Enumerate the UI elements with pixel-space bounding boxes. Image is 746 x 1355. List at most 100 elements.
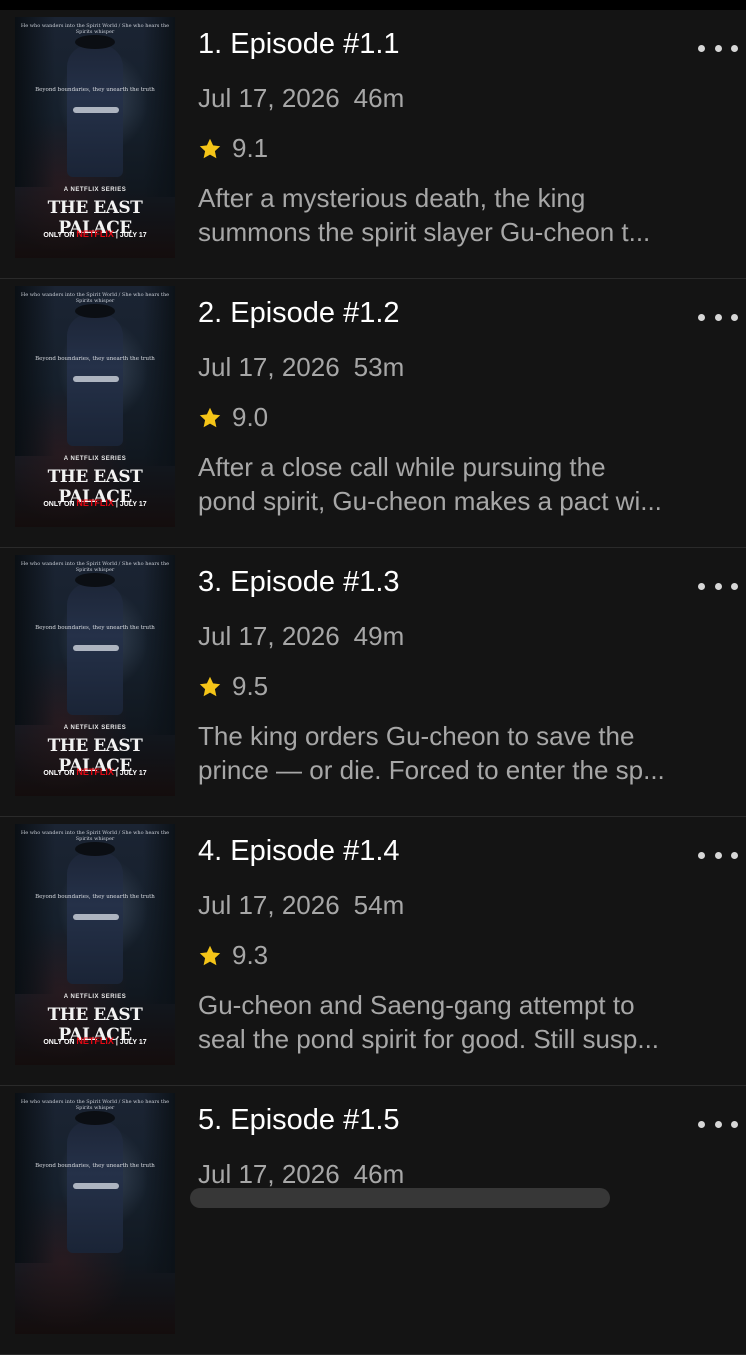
star-icon: [199, 676, 221, 696]
poster-tagline-secondary: Beyond boundaries, they unearth the trut…: [35, 625, 155, 631]
poster-brand: NETFLIX: [76, 498, 114, 508]
poster-rope: [73, 376, 119, 382]
episode-description[interactable]: The king orders Gu-cheon to save the pri…: [198, 719, 728, 787]
episode-meta: Jul 17, 2026 46m: [198, 83, 404, 114]
poster-divider: |: [115, 770, 118, 777]
poster-rope: [73, 645, 119, 651]
episode-description[interactable]: After a mysterious death, the king summo…: [198, 181, 728, 249]
poster-tree-left: [15, 17, 55, 187]
poster-tagline: He who wanders into the Spirit World / S…: [20, 830, 170, 842]
poster-hat: [75, 573, 115, 587]
poster-release-date: JULY 17: [119, 232, 147, 239]
description-line-2: pond spirit, Gu-cheon makes a pact wi...: [198, 486, 662, 516]
poster-only-on: ONLY ON: [43, 232, 75, 239]
episode-row[interactable]: He who wanders into the Spirit World / S…: [0, 1086, 746, 1355]
poster-release: ONLY ON NETFLIX | JULY 17: [15, 498, 175, 508]
poster-tagline-secondary: Beyond boundaries, they unearth the trut…: [35, 894, 155, 900]
status-bar-strip: [0, 0, 746, 10]
poster-hat: [75, 1111, 115, 1125]
episode-rating: 9.5: [198, 671, 268, 702]
episode-row[interactable]: He who wanders into the Spirit World / S…: [0, 548, 746, 817]
poster-brand: NETFLIX: [76, 1036, 114, 1046]
poster-tagline: He who wanders into the Spirit World / S…: [20, 23, 170, 35]
more-options-icon[interactable]: [698, 576, 738, 596]
episode-poster[interactable]: He who wanders into the Spirit World / S…: [15, 824, 175, 1065]
description-line-1: The king orders Gu-cheon to save the: [198, 721, 635, 751]
description-line-1: Gu-cheon and Saeng-gang attempt to: [198, 990, 635, 1020]
episode-meta: Jul 17, 2026 49m: [198, 621, 404, 652]
episode-poster[interactable]: He who wanders into the Spirit World / S…: [15, 555, 175, 796]
star-icon: [199, 138, 221, 158]
poster-tree-right: [143, 555, 175, 735]
episode-poster[interactable]: He who wanders into the Spirit World / S…: [15, 286, 175, 527]
episode-meta: Jul 17, 2026 53m: [198, 352, 404, 383]
episode-duration: 49m: [353, 621, 405, 651]
poster-tree-left: [15, 286, 55, 456]
episode-meta: Jul 17, 2026 54m: [198, 890, 404, 921]
episode-meta: Jul 17, 2026 46m: [198, 1159, 404, 1190]
rating-value: 9.5: [232, 671, 269, 701]
poster-tagline-secondary: Beyond boundaries, they unearth the trut…: [35, 1163, 155, 1169]
episode-title[interactable]: 4. Episode #1.4: [198, 835, 400, 868]
poster-divider: |: [115, 232, 118, 239]
poster-tagline: He who wanders into the Spirit World / S…: [20, 1099, 170, 1111]
poster-divider: |: [115, 1039, 118, 1046]
poster-tree-right: [143, 1093, 175, 1273]
more-options-icon[interactable]: [698, 1114, 738, 1134]
poster-release: ONLY ON NETFLIX | JULY 17: [15, 229, 175, 239]
poster-divider: |: [115, 501, 118, 508]
episode-date: Jul 17, 2026: [198, 890, 340, 920]
poster-tree-right: [143, 17, 175, 197]
episode-description[interactable]: After a close call while pursuing the po…: [198, 450, 728, 518]
poster-tree-left: [15, 1093, 55, 1263]
episode-rating: 9.0: [198, 402, 268, 433]
episode-title[interactable]: 3. Episode #1.3: [198, 566, 400, 599]
episode-title[interactable]: 5. Episode #1.5: [198, 1104, 400, 1137]
episode-duration: 54m: [353, 890, 405, 920]
episode-date: Jul 17, 2026: [198, 621, 340, 651]
poster-hat: [75, 35, 115, 49]
more-options-icon[interactable]: [698, 38, 738, 58]
description-line-2: seal the pond spirit for good. Still sus…: [198, 1024, 660, 1054]
poster-release: ONLY ON NETFLIX | JULY 17: [15, 767, 175, 777]
poster-hat: [75, 842, 115, 856]
episode-date: Jul 17, 2026: [198, 1159, 340, 1189]
episode-list: He who wanders into the Spirit World / S…: [0, 10, 746, 1355]
episode-rating: 9.1: [198, 133, 268, 164]
poster-release-date: JULY 17: [119, 501, 147, 508]
episode-row[interactable]: He who wanders into the Spirit World / S…: [0, 817, 746, 1086]
poster-release: ONLY ON NETFLIX | JULY 17: [15, 1036, 175, 1046]
poster-rope: [73, 1183, 119, 1189]
poster-release-date: JULY 17: [119, 770, 147, 777]
poster-brand: NETFLIX: [76, 767, 114, 777]
episode-duration: 53m: [353, 352, 405, 382]
description-line-1: After a mysterious death, the king: [198, 183, 586, 213]
poster-rope: [73, 107, 119, 113]
episode-duration: 46m: [353, 83, 405, 113]
episode-row[interactable]: He who wanders into the Spirit World / S…: [0, 10, 746, 279]
poster-tagline-secondary: Beyond boundaries, they unearth the trut…: [35, 87, 155, 93]
poster-release-date: JULY 17: [119, 1039, 147, 1046]
episode-date: Jul 17, 2026: [198, 83, 340, 113]
episode-title[interactable]: 2. Episode #1.2: [198, 297, 400, 330]
episode-duration: 46m: [353, 1159, 405, 1189]
rating-value: 9.1: [232, 133, 269, 163]
poster-only-on: ONLY ON: [43, 501, 75, 508]
poster-series-label: A NETFLIX SERIES: [63, 725, 127, 731]
episode-title[interactable]: 1. Episode #1.1: [198, 28, 400, 61]
poster-series-label: A NETFLIX SERIES: [63, 456, 127, 462]
more-options-icon[interactable]: [698, 845, 738, 865]
star-icon: [199, 407, 221, 427]
bottom-bar-overlay: [190, 1188, 610, 1208]
more-options-icon[interactable]: [698, 307, 738, 327]
poster-tagline: He who wanders into the Spirit World / S…: [20, 292, 170, 304]
episode-row[interactable]: He who wanders into the Spirit World / S…: [0, 279, 746, 548]
rating-value: 9.3: [232, 940, 269, 970]
episode-poster[interactable]: He who wanders into the Spirit World / S…: [15, 1093, 175, 1334]
description-line-1: After a close call while pursuing the: [198, 452, 606, 482]
episode-description[interactable]: Gu-cheon and Saeng-gang attempt to seal …: [198, 988, 728, 1056]
poster-tree-left: [15, 555, 55, 725]
episode-poster[interactable]: He who wanders into the Spirit World / S…: [15, 17, 175, 258]
poster-series-label: A NETFLIX SERIES: [63, 994, 127, 1000]
poster-series-label: A NETFLIX SERIES: [63, 187, 127, 193]
